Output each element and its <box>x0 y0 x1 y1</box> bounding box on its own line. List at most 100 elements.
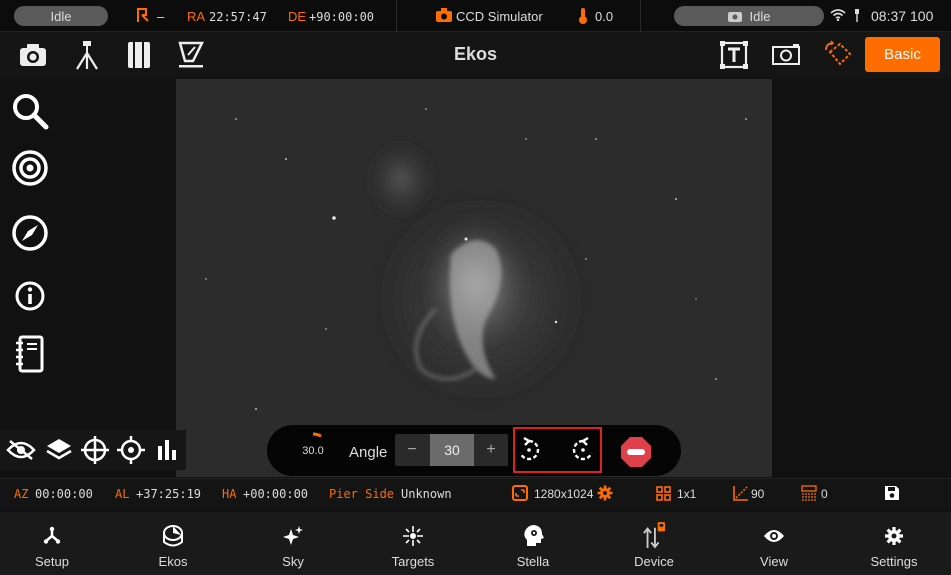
sky-stars-icon <box>281 524 305 548</box>
nebula-image <box>176 79 772 477</box>
nav-setup[interactable]: Setup <box>2 512 102 575</box>
de-value: +90:00:00 <box>309 10 375 24</box>
basic-mode-button[interactable]: Basic <box>865 37 940 72</box>
settings-gear-icon <box>882 524 906 548</box>
mount-tripod-icon[interactable] <box>72 40 102 70</box>
notebook-icon[interactable] <box>10 334 50 374</box>
ekos-app: Idle – RA 22:57:47 DE +90:00:00 CCD Simu… <box>0 0 951 575</box>
target-icon[interactable] <box>10 148 50 188</box>
setup-icon <box>40 524 64 548</box>
mount-status-pill: Idle <box>14 6 108 26</box>
angle-increment-button[interactable]: + <box>474 434 508 466</box>
pier-side-label: Pier Side <box>329 487 395 501</box>
usb-icon <box>854 9 860 25</box>
filter-wheel-icon[interactable] <box>124 40 154 70</box>
info-icon[interactable] <box>10 276 50 316</box>
info-bar: AZ 00:00:00 AL +37:25:19 HA +00:00:00 Pi… <box>0 478 951 508</box>
mount-dash: – <box>157 9 165 24</box>
de-label: DE <box>288 9 307 24</box>
nav-device[interactable]: Device <box>604 512 704 575</box>
camera-status-icon <box>727 10 742 22</box>
clock: 08:37 <box>871 8 907 24</box>
hide-overlay-icon[interactable] <box>6 435 36 465</box>
capture-camera-icon[interactable] <box>18 40 48 70</box>
status-divider <box>640 0 641 32</box>
ha-value: +00:00:00 <box>243 487 309 501</box>
angle-input[interactable]: 30 <box>430 434 474 466</box>
stop-icon[interactable] <box>620 436 652 468</box>
status-bar: Idle – RA 22:57:47 DE +90:00:00 CCD Simu… <box>0 0 951 32</box>
view-tools <box>0 430 186 470</box>
crosshair-icon[interactable] <box>80 435 110 465</box>
az-label: AZ <box>14 487 29 501</box>
nav-label: Stella <box>516 554 550 569</box>
text-overlay-icon[interactable] <box>719 40 749 70</box>
rotator-icon[interactable] <box>822 40 852 70</box>
nav-stella[interactable]: Stella <box>483 512 583 575</box>
ha-label: HA <box>222 487 237 501</box>
device-icon <box>642 522 666 549</box>
targets-icon <box>401 524 425 548</box>
resolution-value: 1280x1024 <box>534 487 594 501</box>
rotate-ccw-icon[interactable] <box>515 436 543 464</box>
binning-value: 1x1 <box>677 487 697 501</box>
gps-target-icon[interactable] <box>116 435 146 465</box>
nav-view[interactable]: View <box>724 512 824 575</box>
battery-level: 100 <box>910 8 934 24</box>
az-value: 00:00:00 <box>35 487 93 501</box>
nav-label: View <box>760 554 788 569</box>
layers-icon[interactable] <box>44 435 74 465</box>
offset-value: 0 <box>821 487 828 501</box>
nav-label: Device <box>634 554 674 569</box>
stella-head-icon <box>521 524 545 548</box>
eye-icon <box>762 524 786 548</box>
left-tool-panel <box>0 78 176 478</box>
wifi-icon <box>830 9 846 24</box>
angle-stepper: − 30 + <box>395 434 508 466</box>
mount-icon <box>136 7 150 26</box>
nav-sky[interactable]: Sky <box>243 512 343 575</box>
image-viewer[interactable] <box>176 79 772 477</box>
frame-icon[interactable] <box>771 40 801 70</box>
ra-value: 22:57:47 <box>209 10 267 24</box>
nav-targets[interactable]: Targets <box>363 512 463 575</box>
save-icon[interactable] <box>884 485 900 504</box>
right-panel <box>772 78 951 478</box>
temperature-value: 0.0 <box>595 9 614 24</box>
compass-icon[interactable] <box>10 213 50 253</box>
angle-label: Angle <box>349 444 388 461</box>
gear-icon[interactable] <box>597 485 613 504</box>
mount-status-text: Idle <box>50 8 72 24</box>
offset-icon <box>801 485 817 504</box>
nav-label: Setup <box>35 554 69 569</box>
ra-label: RA <box>187 9 206 24</box>
camera-name: CCD Simulator <box>456 9 543 24</box>
status-divider <box>396 0 397 32</box>
bottom-navigation: Setup Ekos Sky Targets Stella Device Vie… <box>0 512 951 575</box>
nav-label: Sky <box>282 554 304 569</box>
resolution-icon <box>512 485 528 504</box>
focuser-icon[interactable] <box>176 40 206 70</box>
ekos-icon <box>161 524 185 548</box>
thermometer-icon <box>578 8 588 27</box>
rotate-cw-icon[interactable] <box>569 436 597 464</box>
rotation-dial-value: 30.0 <box>302 445 324 457</box>
camera-icon <box>436 8 452 25</box>
histogram-icon[interactable] <box>152 435 182 465</box>
pier-side-value: Unknown <box>401 487 452 501</box>
nav-label: Settings <box>870 554 918 569</box>
angle-decrement-button[interactable]: − <box>395 434 429 466</box>
al-label: AL <box>115 487 130 501</box>
gain-value: 90 <box>751 487 765 501</box>
camera-status-pill: Idle <box>674 6 824 26</box>
nav-settings[interactable]: Settings <box>844 512 944 575</box>
search-icon[interactable] <box>10 91 50 131</box>
nav-label: Ekos <box>158 554 188 569</box>
binning-icon <box>656 486 671 504</box>
top-toolbar: Ekos <box>0 32 951 78</box>
al-value: +37:25:19 <box>136 487 202 501</box>
gain-icon <box>733 485 749 504</box>
camera-status-text: Idle <box>749 8 771 24</box>
nav-label: Targets <box>391 554 435 569</box>
nav-ekos[interactable]: Ekos <box>123 512 223 575</box>
